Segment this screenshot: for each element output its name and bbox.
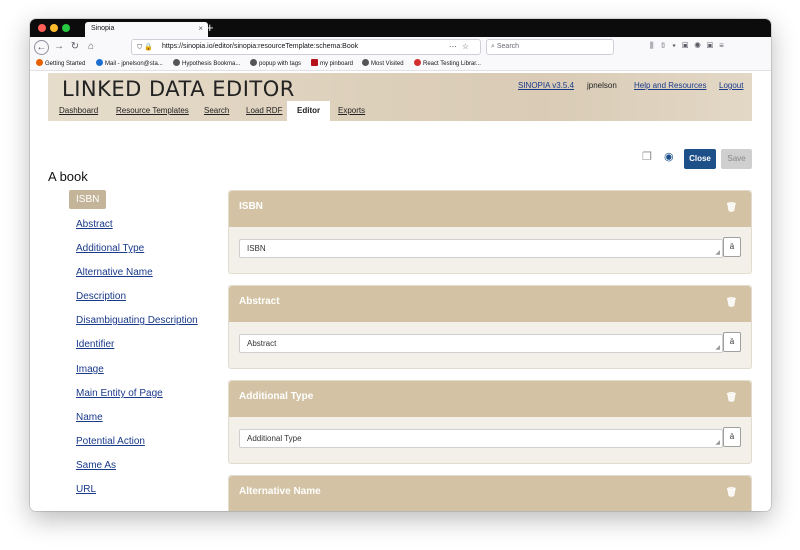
bookmark-item[interactable]: Hypothesis Bookma...: [173, 59, 240, 67]
resize-handle-icon[interactable]: ◢: [715, 249, 720, 256]
back-icon[interactable]: ←: [34, 40, 49, 55]
outlook-icon: [96, 59, 103, 66]
panel-heading: Alternative Name 🗑: [229, 476, 751, 511]
sidebar-item-additional-type[interactable]: Additional Type: [76, 243, 144, 254]
nav-tab-exports[interactable]: Exports: [338, 106, 365, 115]
nav-tab-search[interactable]: Search: [204, 106, 229, 115]
panel-title: Additional Type: [239, 391, 314, 402]
search-input[interactable]: ⌕ Search: [486, 39, 614, 55]
sidebar-item-same-as[interactable]: Same As: [76, 460, 116, 471]
page-actions-icon[interactable]: ⋯☆: [449, 42, 474, 51]
panel-heading: Abstract 🗑: [229, 286, 751, 322]
property-panel-additional-type: Additional Type 🗑 Additional Type ◢ ä: [228, 380, 752, 464]
home-icon[interactable]: ⌂: [84, 40, 98, 54]
site-header: LINKED DATA EDITOR SINOPIA v3.5.4 jpnels…: [48, 73, 752, 121]
sidebar-item-abstract[interactable]: Abstract: [76, 219, 113, 230]
sidebar-item-identifier[interactable]: Identifier: [76, 339, 114, 350]
resize-handle-icon[interactable]: ◢: [715, 439, 720, 446]
username: jpnelson: [587, 81, 617, 90]
field-placeholder: ISBN: [247, 244, 266, 253]
maximize-window-button[interactable]: [62, 24, 70, 32]
toolbar-extension-icons[interactable]: ⫼▯▾▣◉▣≡: [650, 41, 730, 51]
sidebar-item-disambiguating-description[interactable]: Disambiguating Description: [76, 315, 198, 326]
bookmark-item[interactable]: Mail - jpnelson@sta...: [96, 59, 163, 67]
bookmarks-toolbar: Getting Started Mail - jpnelson@sta... H…: [30, 58, 771, 71]
address-bar[interactable]: ⛉ 🔒 https://sinopia.io/editor/sinopia:re…: [131, 39, 481, 55]
abstract-field[interactable]: Abstract ◢: [239, 334, 723, 353]
field-placeholder: Abstract: [247, 339, 277, 348]
minimize-window-button[interactable]: [50, 24, 58, 32]
sidebar-item-alternative-name[interactable]: Alternative Name: [76, 267, 153, 278]
bookmark-item[interactable]: Most Visited: [362, 59, 404, 67]
isbn-field[interactable]: ISBN ◢: [239, 239, 723, 258]
sidebar-item-isbn[interactable]: ISBN: [69, 190, 107, 209]
panel-heading: ISBN 🗑: [229, 191, 751, 227]
browser-tab[interactable]: Sinopia ×: [85, 22, 208, 37]
navigation-toolbar: ← → ↻ ⌂ ⛉ 🔒 https://sinopia.io/editor/si…: [30, 37, 771, 58]
additional-type-field[interactable]: Additional Type ◢: [239, 429, 723, 448]
nav-tab-dashboard[interactable]: Dashboard: [59, 106, 98, 115]
resize-handle-icon[interactable]: ◢: [715, 344, 720, 351]
panel-heading: Additional Type 🗑: [229, 381, 751, 417]
version-link[interactable]: SINOPIA v3.5.4: [518, 81, 574, 90]
sidebar-item-main-entity-of-page[interactable]: Main Entity of Page: [76, 388, 163, 399]
eye-icon[interactable]: ◉: [664, 150, 674, 163]
property-panel-abstract: Abstract 🗑 Abstract ◢ ä: [228, 285, 752, 369]
close-icon[interactable]: ×: [198, 24, 203, 33]
sidebar-item-potential-action[interactable]: Potential Action: [76, 436, 145, 447]
reload-icon[interactable]: ↻: [68, 40, 82, 54]
bookmark-item[interactable]: Getting Started: [36, 59, 85, 67]
trash-icon[interactable]: 🗑: [726, 297, 737, 308]
trash-icon[interactable]: 🗑: [726, 487, 737, 498]
copy-icon[interactable]: ❐: [642, 150, 652, 163]
panel-title: Alternative Name: [239, 486, 321, 497]
bookmark-item[interactable]: my pinboard: [311, 59, 353, 67]
nav-tab-load-rdf[interactable]: Load RDF: [246, 106, 282, 115]
help-link[interactable]: Help and Resources: [634, 81, 706, 90]
close-window-button[interactable]: [38, 24, 46, 32]
language-button[interactable]: ä: [723, 237, 741, 257]
sidebar-item-image[interactable]: Image: [76, 364, 104, 375]
bookmark-item[interactable]: React Testing Librar...: [414, 59, 481, 67]
language-button[interactable]: ä: [723, 427, 741, 447]
sidebar-item-name[interactable]: Name: [76, 412, 103, 423]
nav-tab-resource-templates[interactable]: Resource Templates: [116, 106, 189, 115]
nav-tab-editor[interactable]: Editor: [287, 101, 331, 121]
lock-icon: ⛉ 🔒: [137, 44, 153, 51]
forward-icon[interactable]: →: [52, 40, 66, 54]
panel-title: ISBN: [239, 201, 263, 212]
sidebar-item-url[interactable]: URL: [76, 484, 96, 495]
search-placeholder: Search: [496, 43, 520, 50]
page-content: LINKED DATA EDITOR SINOPIA v3.5.4 jpnels…: [30, 71, 771, 511]
gear-icon: [362, 59, 369, 66]
panel-title: Abstract: [239, 296, 280, 307]
url-text: https://sinopia.io/editor/sinopia:resour…: [162, 43, 359, 50]
sidebar-item-description[interactable]: Description: [76, 291, 126, 302]
trash-icon[interactable]: 🗑: [726, 392, 737, 403]
logout-link[interactable]: Logout: [719, 81, 743, 90]
bookmark-item[interactable]: popup with tags: [250, 59, 301, 67]
trash-icon[interactable]: 🗑: [726, 202, 737, 213]
site-brand: LINKED DATA EDITOR: [62, 77, 295, 101]
tab-title: Sinopia: [91, 25, 115, 32]
globe-icon: [173, 59, 180, 66]
property-panel-isbn: ISBN 🗑 ISBN ◢ ä: [228, 190, 752, 274]
new-tab-button[interactable]: +: [206, 19, 214, 37]
browser-window: Sinopia × + ← → ↻ ⌂ ⛉ 🔒 https://sinopia.…: [30, 19, 771, 511]
globe-icon: [250, 59, 257, 66]
tab-strip: Sinopia × +: [30, 19, 771, 37]
firefox-icon: [36, 59, 43, 66]
property-panel-alternative-name: Alternative Name 🗑 ä: [228, 475, 752, 511]
pinboard-icon: [311, 59, 318, 66]
language-button[interactable]: ä: [723, 332, 741, 352]
close-button[interactable]: Close: [684, 149, 716, 169]
save-button[interactable]: Save: [721, 149, 752, 169]
field-placeholder: Additional Type: [247, 434, 302, 443]
page-title: A book: [48, 169, 88, 184]
octopus-icon: [414, 59, 421, 66]
